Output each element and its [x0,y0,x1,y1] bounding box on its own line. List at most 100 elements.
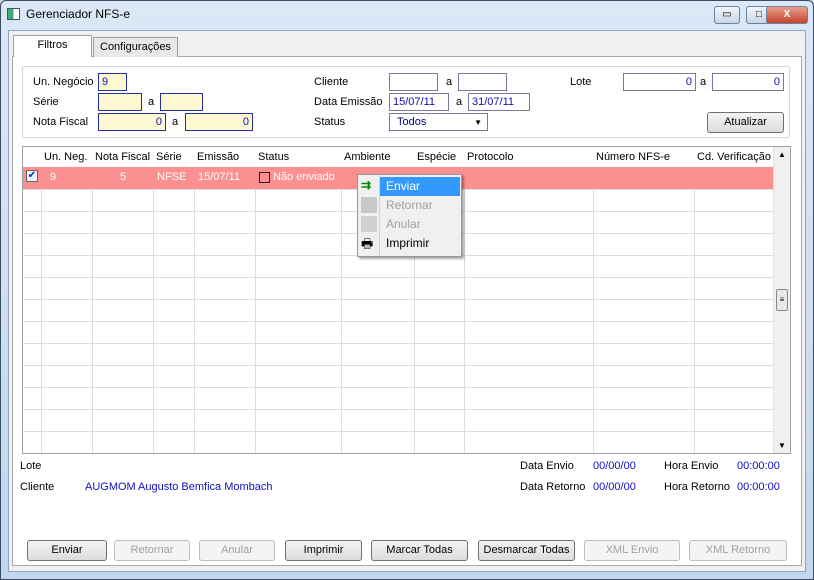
cliente-name: Augusto Bemfica Mombach [138,481,273,493]
vertical-scrollbar[interactable]: ▲ ≡ ▼ [773,147,790,453]
col-un-neg[interactable]: Un. Neg. [41,147,87,167]
data-retorno-value: 00/00/00 [593,481,636,493]
col-status[interactable]: Status [255,147,289,167]
col-serie[interactable]: Série [153,147,182,167]
tab-filtros[interactable]: Filtros [13,35,92,57]
col-protocolo[interactable]: Protocolo [464,147,513,167]
scroll-up-icon[interactable]: ▲ [778,150,786,159]
cliente-detail-label: Cliente [20,481,55,493]
cell-nota-fiscal: 5 [120,171,127,183]
cliente-to-input[interactable] [458,73,507,91]
scroll-thumb[interactable]: ≡ [776,289,788,311]
col-numero-nfse[interactable]: Número NFS-e [593,147,670,167]
minimize-button[interactable]: ▭ [714,6,740,24]
xml-envio-button[interactable]: XML Envio [584,540,680,561]
lote-to-input[interactable]: 0 [712,73,784,91]
grid-column-line [255,167,256,453]
status-select[interactable]: Todos ▼ [389,113,488,131]
grid-column-line [593,167,594,453]
cliente-sep: a [446,76,453,88]
row-checkbox[interactable]: ✔ [26,170,38,182]
grid-column-line [464,167,465,453]
serie-sep: a [148,96,155,108]
enviar-button[interactable]: Enviar [27,540,107,561]
nota-fiscal-sep: a [172,116,179,128]
context-menu: ⇉ Enviar Retornar Anular 🖶 Imprimir [357,174,462,257]
lote-from-input[interactable]: 0 [623,73,696,91]
retornar-button[interactable]: Retornar [114,540,190,561]
cliente-label: Cliente [314,76,349,88]
printer-icon: 🖶 [361,236,374,251]
status-select-value: Todos [397,116,427,128]
xml-retorno-button[interactable]: XML Retorno [689,540,787,561]
nota-fiscal-to-input[interactable]: 0 [185,113,253,131]
grid-column-line [194,167,195,453]
atualizar-button[interactable]: Atualizar [707,112,784,133]
menu-item-enviar[interactable]: Enviar [380,177,460,196]
grid-column-line [341,167,342,453]
serie-label: Série [33,96,59,108]
hora-retorno-value: 00:00:00 [737,481,780,493]
status-indicator-icon [259,172,270,183]
chevron-down-icon: ▼ [474,118,482,127]
menu-item-imprimir[interactable]: Imprimir [380,234,460,253]
lote-label: Lote [570,76,592,88]
cliente-code: AUGMOM [85,481,136,493]
grid-row-line [23,299,773,300]
grid-row-line [23,365,773,366]
menu-item-anular[interactable]: Anular [380,215,460,234]
nota-fiscal-label: Nota Fiscal [33,116,89,128]
grid-row-line [23,387,773,388]
data-emissao-from-input[interactable]: 15/07/11 [389,93,449,111]
col-cd-verificacao[interactable]: Cd. Verificação [694,147,771,167]
menu-item-retornar[interactable]: Retornar [380,196,460,215]
lote-sep: a [700,76,707,88]
col-emissao[interactable]: Emissão [194,147,239,167]
grid-row-line [23,431,773,432]
cell-emissao: 15/07/11 [198,171,241,183]
grid-row-line [23,453,773,454]
status-label: Status [314,116,346,128]
lote-detail-label: Lote [20,460,42,472]
cell-serie: NFSE [157,171,187,183]
close-button[interactable]: X [766,6,808,24]
marcar-todas-button[interactable]: Marcar Todas [371,540,468,561]
data-retorno-label: Data Retorno [520,481,586,493]
hora-retorno-label: Hora Retorno [664,481,731,493]
window-title: Gerenciador NFS-e [26,7,131,21]
data-envio-value: 00/00/00 [593,460,636,472]
un-negocio-label: Un. Negócio [33,76,94,88]
cancel-icon [361,216,377,232]
grid-row-line [23,321,773,322]
serie-from-input[interactable] [98,93,142,111]
grid-column-line [41,167,42,453]
nota-fiscal-from-input[interactable]: 0 [98,113,166,131]
data-envio-label: Data Envio [520,460,574,472]
col-ambiente[interactable]: Ambiente [341,147,390,167]
grid-row-line [23,409,773,410]
hora-envio-label: Hora Envio [664,460,719,472]
grid-column-line [153,167,154,453]
desmarcar-todas-button[interactable]: Desmarcar Todas [478,540,575,561]
hora-envio-value: 00:00:00 [737,460,780,472]
cell-status: Não enviado [273,171,335,183]
grid-column-line [694,167,695,453]
tab-configuracoes[interactable]: Configurações [93,37,178,57]
col-especie[interactable]: Espécie [414,147,456,167]
grid-row-line [23,277,773,278]
data-emissao-to-input[interactable]: 31/07/11 [468,93,530,111]
imprimir-button[interactable]: Imprimir [285,540,362,561]
app-icon [7,8,20,20]
scroll-down-icon[interactable]: ▼ [778,441,786,450]
grid-column-line [92,167,93,453]
data-emissao-sep: a [456,96,463,108]
col-nota-fiscal[interactable]: Nota Fiscal [92,147,150,167]
return-icon [361,197,377,213]
send-icon: ⇉ [361,178,372,192]
cell-un-neg: 9 [50,171,57,183]
data-emissao-label: Data Emissão [314,96,383,108]
serie-to-input[interactable] [160,93,203,111]
anular-button[interactable]: Anular [199,540,275,561]
un-negocio-input[interactable]: 9 [98,73,127,91]
cliente-from-input[interactable] [389,73,438,91]
